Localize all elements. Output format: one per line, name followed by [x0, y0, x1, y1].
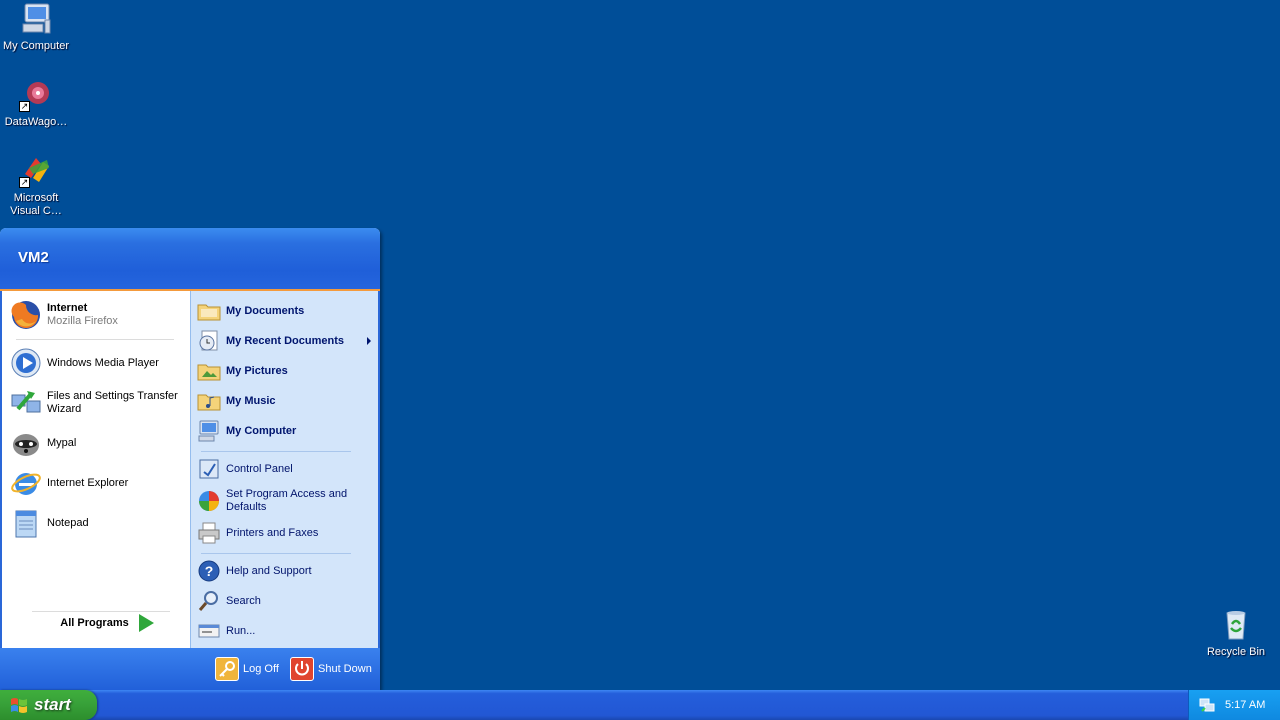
- place-my-recent-documents[interactable]: My Recent Documents: [197, 327, 375, 355]
- computer-icon: [197, 419, 221, 443]
- place-label: Help and Support: [226, 564, 312, 577]
- desktop-icon-my-computer[interactable]: My Computer: [0, 2, 74, 53]
- shut-down-label: Shut Down: [318, 663, 372, 675]
- log-off-button[interactable]: Log Off: [215, 656, 279, 682]
- separator: [201, 553, 351, 554]
- datawagon-icon: ↗: [19, 78, 53, 112]
- place-label: My Computer: [226, 424, 297, 437]
- ie-icon: [10, 467, 42, 499]
- music-folder-icon: [197, 389, 221, 413]
- place-label: Set Program Access and Defaults: [226, 488, 348, 513]
- desktop-icon-label: My Computer: [2, 40, 70, 52]
- place-label: My Pictures: [226, 364, 288, 377]
- search-icon: [197, 589, 221, 613]
- all-programs-button[interactable]: All Programs: [32, 608, 182, 638]
- run-icon: [197, 619, 221, 643]
- program-title: Mypal: [47, 436, 77, 449]
- place-help-and-support[interactable]: ? Help and Support: [197, 557, 375, 585]
- pictures-folder-icon: [197, 359, 221, 383]
- desktop-icon-label: DataWago…: [4, 116, 68, 128]
- program-title: Notepad: [47, 516, 89, 529]
- printer-icon: [197, 521, 221, 545]
- program-firefox[interactable]: Internet Mozilla Firefox: [10, 297, 186, 333]
- program-mypal[interactable]: Mypal: [10, 425, 186, 461]
- place-label: My Documents: [226, 304, 305, 317]
- program-title: Windows Media Player: [47, 356, 159, 369]
- transfer-wizard-icon: [10, 387, 42, 419]
- shortcut-arrow-icon: ↗: [19, 101, 30, 112]
- place-label: My Music: [226, 394, 276, 407]
- separator: [201, 451, 351, 452]
- program-subtitle: Mozilla Firefox: [47, 315, 118, 327]
- system-tray: 5:17 AM: [1188, 690, 1280, 720]
- recycle-bin-icon: [1219, 608, 1253, 642]
- program-access-icon: [197, 489, 221, 513]
- start-menu: VM2 Internet Mozilla Firefox Windows Med…: [0, 228, 380, 690]
- recent-docs-icon: [197, 329, 221, 353]
- separator: [16, 339, 174, 340]
- clock[interactable]: 5:17 AM: [1225, 699, 1265, 711]
- user-name: VM2: [18, 249, 49, 266]
- place-control-panel[interactable]: Control Panel: [197, 455, 375, 483]
- mypal-icon: [10, 427, 42, 459]
- program-title: Files and Settings Transfer Wizard: [47, 390, 178, 415]
- shortcut-arrow-icon: ↗: [19, 177, 30, 188]
- start-menu-footer: Log Off Shut Down: [0, 648, 380, 690]
- place-label: My Recent Documents: [226, 334, 344, 347]
- place-label: Run...: [226, 624, 256, 637]
- windows-flag-icon: [10, 696, 28, 714]
- place-printers-and-faxes[interactable]: Printers and Faxes: [197, 519, 375, 547]
- media-player-icon: [10, 347, 42, 379]
- place-my-documents[interactable]: My Documents: [197, 297, 375, 325]
- start-menu-header: VM2: [0, 228, 380, 291]
- start-label: start: [34, 695, 71, 714]
- place-my-music[interactable]: My Music: [197, 387, 375, 415]
- folder-icon: [197, 299, 221, 323]
- shut-down-button[interactable]: Shut Down: [290, 656, 372, 682]
- place-label: Control Panel: [226, 462, 293, 475]
- log-off-label: Log Off: [243, 663, 279, 675]
- desktop-icon-datawagon[interactable]: ↗ DataWago…: [0, 78, 74, 129]
- help-icon: ?: [197, 559, 221, 583]
- network-icon[interactable]: [1199, 697, 1215, 713]
- place-label: Printers and Faxes: [226, 526, 319, 539]
- submenu-arrow-icon: [367, 337, 371, 345]
- svg-text:?: ?: [205, 563, 214, 579]
- place-my-computer[interactable]: My Computer: [197, 417, 375, 445]
- program-title: Internet Explorer: [47, 476, 129, 489]
- all-programs-label: All Programs: [60, 617, 129, 629]
- program-internet-explorer[interactable]: Internet Explorer: [10, 465, 186, 501]
- start-button[interactable]: start: [0, 690, 97, 720]
- visual-c-icon: ↗: [19, 154, 53, 188]
- place-search[interactable]: Search: [197, 587, 375, 615]
- desktop-icon-label: Microsoft Visual C…: [10, 192, 62, 217]
- program-windows-media-player[interactable]: Windows Media Player: [10, 345, 186, 381]
- place-run[interactable]: Run...: [197, 617, 375, 645]
- program-title: Internet: [47, 302, 88, 314]
- firefox-icon: [10, 299, 42, 331]
- desktop-icon-visual-c[interactable]: ↗ Microsoft Visual C…: [0, 154, 74, 218]
- taskbar: start 5:17 AM: [0, 690, 1280, 720]
- desktop-icon-label: Recycle Bin: [1206, 646, 1266, 658]
- notepad-icon: [10, 507, 42, 539]
- places-panel: My Documents My Recent Documents My Pict…: [190, 291, 380, 648]
- program-notepad[interactable]: Notepad: [10, 505, 186, 541]
- place-label: Search: [226, 594, 261, 607]
- program-transfer-wizard[interactable]: Files and Settings Transfer Wizard: [10, 385, 186, 421]
- green-arrow-icon: [138, 614, 154, 632]
- place-my-pictures[interactable]: My Pictures: [197, 357, 375, 385]
- desktop-icon-recycle-bin[interactable]: Recycle Bin: [1198, 608, 1274, 659]
- key-icon: [215, 657, 239, 681]
- pinned-programs-panel: Internet Mozilla Firefox Windows Media P…: [0, 291, 190, 648]
- control-panel-icon: [197, 457, 221, 481]
- place-set-program-access[interactable]: Set Program Access and Defaults: [197, 485, 375, 517]
- power-icon: [290, 657, 314, 681]
- computer-icon: [19, 2, 53, 36]
